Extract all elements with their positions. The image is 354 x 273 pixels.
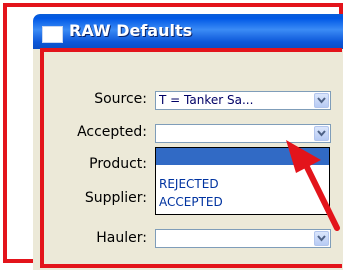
hauler-dropdown-button[interactable] [314,231,329,246]
dropdown-option-blank[interactable] [156,148,329,165]
source-combo[interactable]: T = Tanker Sa... [155,91,331,110]
supplier-label: Supplier: [84,190,147,206]
title-bar[interactable]: RAW Defaults [33,14,343,49]
source-label: Source: [94,91,147,107]
product-label: Product: [89,156,147,172]
accepted-combo[interactable] [155,124,331,143]
chevron-down-icon [317,130,326,137]
hauler-label: Hauler: [96,230,147,246]
window-icon [42,26,63,43]
dropdown-option-accepted[interactable]: ACCEPTED [156,194,329,211]
source-dropdown-button[interactable] [314,93,329,108]
chevron-down-icon [317,235,326,242]
dropdown-option-rejected[interactable]: REJECTED [156,176,329,193]
hauler-combo[interactable] [155,229,331,248]
accepted-dropdown-button[interactable] [314,126,329,141]
chevron-down-icon [317,97,326,104]
source-value: T = Tanker Sa... [159,93,254,107]
accepted-label: Accepted: [77,124,147,140]
window-title: RAW Defaults [69,21,193,40]
accepted-dropdown-list: REJECTED ACCEPTED [155,147,330,215]
